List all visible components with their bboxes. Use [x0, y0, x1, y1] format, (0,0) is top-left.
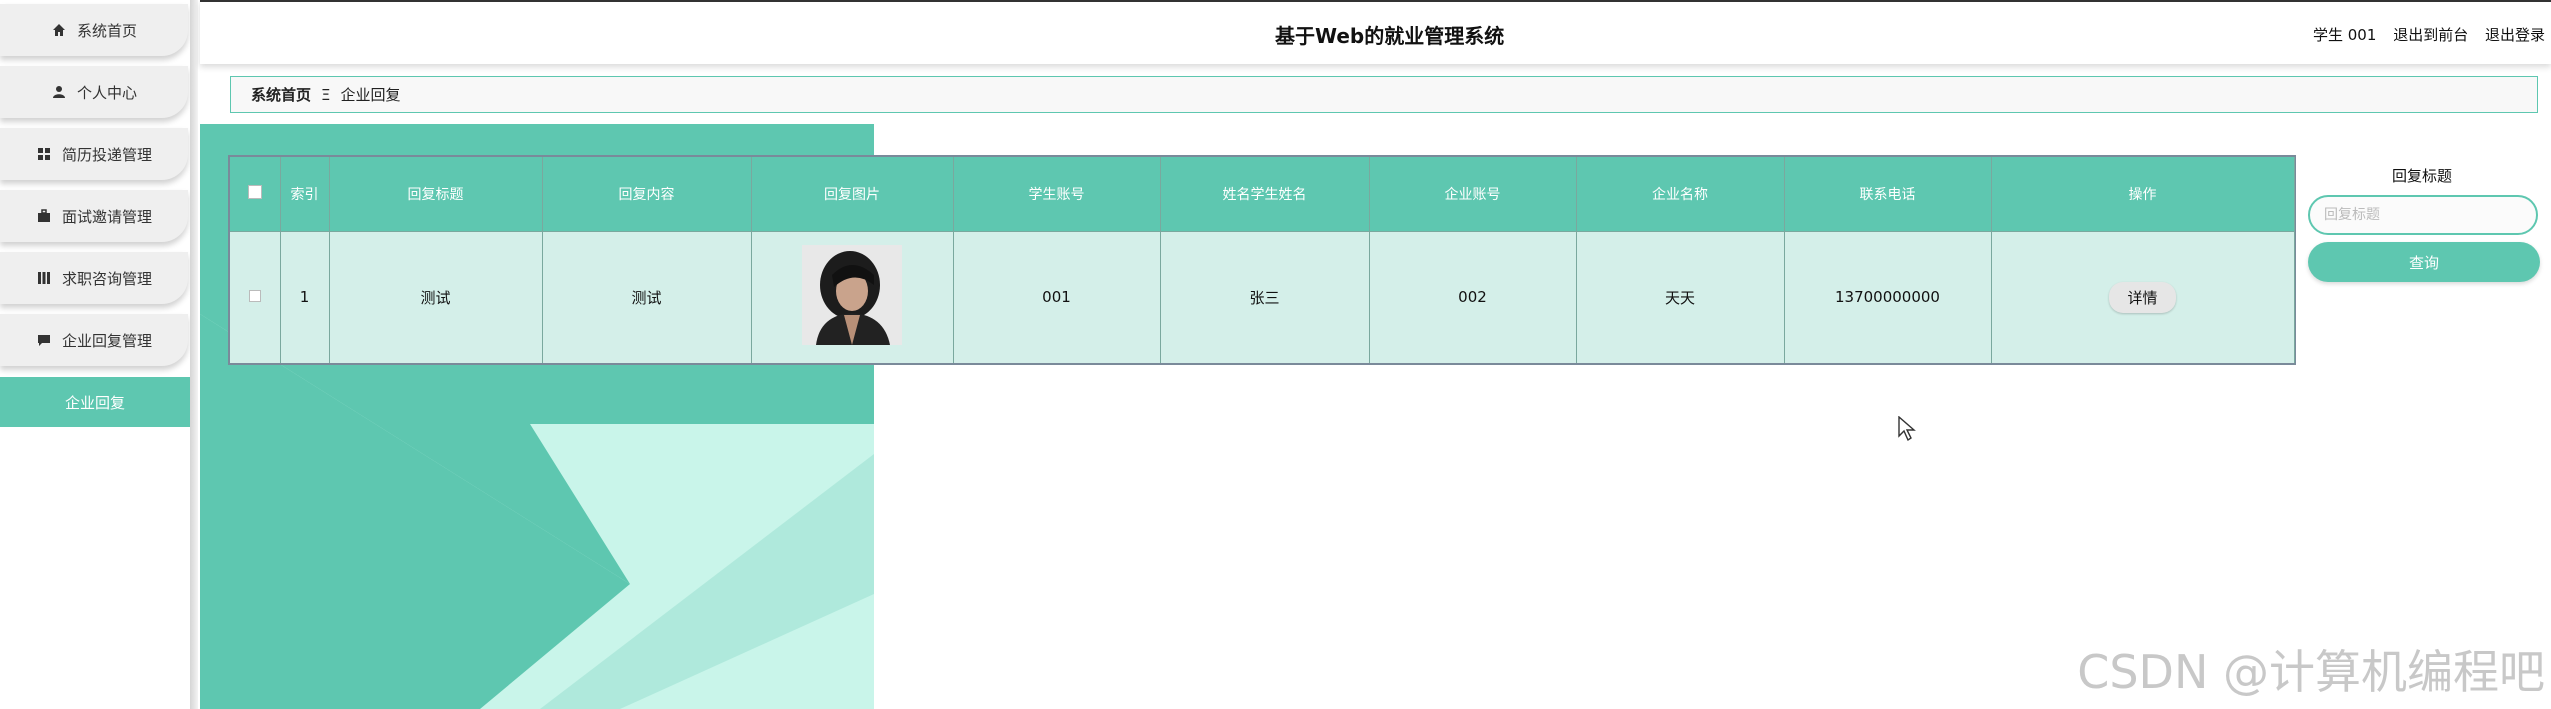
page-title: 基于Web的就业管理系统: [1275, 24, 1505, 48]
column-header: 回复标题: [329, 157, 543, 231]
sidebar-item-consult[interactable]: 求职咨询管理: [0, 252, 188, 304]
sidebar-item-label: 企业回复管理: [61, 331, 152, 350]
table-header-row: 索引 回复标题 回复内容 回复图片 学生账号 姓名学生姓名 企业账号 企业名称 …: [230, 157, 2295, 231]
breadcrumb-current: 企业回复: [340, 86, 401, 104]
cell-company-name: 天天: [1576, 230, 1785, 363]
select-all-checkbox[interactable]: [247, 184, 262, 199]
chat-icon: [36, 332, 52, 348]
column-header: 企业名称: [1576, 157, 1785, 231]
breadcrumb-home[interactable]: 系统首页: [251, 84, 311, 105]
user-name: 学生 001: [2313, 26, 2377, 44]
sidebar-subitem-company-reply[interactable]: 企业回复: [0, 377, 190, 427]
sidebar-item-interview[interactable]: 面试邀请管理: [0, 190, 188, 242]
sidebar-divider: [190, 0, 198, 709]
user-area: 学生 001 退出到前台 退出登录: [2301, 24, 2545, 45]
back-to-front-link[interactable]: 退出到前台: [2393, 26, 2468, 44]
search-label: 回复标题: [2392, 167, 2453, 185]
columns-icon: [36, 270, 52, 286]
cell-student-name: 张三: [1160, 230, 1370, 363]
row-select-cell: [230, 230, 281, 363]
search-button[interactable]: 查询: [2308, 242, 2540, 282]
cell-phone: 13700000000: [1784, 230, 1992, 363]
person-icon: [51, 84, 67, 100]
sidebar-item-profile[interactable]: 个人中心: [0, 66, 188, 118]
cell-title: 测试: [329, 230, 543, 363]
header: 基于Web的就业管理系统 学生 001 退出到前台 退出登录: [200, 0, 2551, 64]
sidebar-item-label: 系统首页: [76, 21, 137, 40]
column-header: 回复内容: [542, 157, 752, 231]
reply-photo: [802, 245, 902, 346]
data-table: 索引 回复标题 回复内容 回复图片 学生账号 姓名学生姓名 企业账号 企业名称 …: [228, 155, 2296, 365]
sidebar-item-label: 简历投递管理: [61, 145, 152, 164]
sidebar-item-home[interactable]: 系统首页: [0, 4, 188, 56]
home-icon: [51, 22, 67, 38]
column-header: 操作: [1991, 157, 2295, 231]
search-input[interactable]: [2308, 195, 2538, 235]
sidebar-item-label: 面试邀请管理: [61, 207, 152, 226]
cell-content: 测试: [542, 230, 752, 363]
cell-image: [751, 230, 954, 363]
grid-icon: [36, 146, 52, 162]
briefcase-icon: [36, 208, 52, 224]
column-header: 企业账号: [1369, 157, 1577, 231]
column-header: 姓名学生姓名: [1160, 157, 1370, 231]
cell-company-account: 002: [1369, 230, 1577, 363]
sidebar-item-resume[interactable]: 简历投递管理: [0, 128, 188, 180]
breadcrumb-separator: Ξ: [321, 85, 331, 104]
breadcrumb: 系统首页 Ξ 企业回复: [230, 76, 2538, 113]
cell-actions: 详情: [1991, 230, 2295, 363]
column-header: 联系电话: [1784, 157, 1992, 231]
column-header: 索引: [280, 157, 330, 231]
sidebar-item-label: 个人中心: [76, 83, 137, 102]
sidebar-item-reply[interactable]: 企业回复管理: [0, 314, 188, 366]
logout-link[interactable]: 退出登录: [2485, 26, 2545, 44]
sidebar: 系统首页 个人中心 简历投递管理 面试邀请管理 求职咨询管理 企业回复管理 企业…: [0, 0, 190, 709]
column-header: 学生账号: [953, 157, 1161, 231]
sidebar-item-label: 求职咨询管理: [61, 269, 152, 288]
column-header: 回复图片: [751, 157, 954, 231]
cell-student-account: 001: [953, 230, 1161, 363]
mouse-cursor-icon: [1898, 415, 1916, 446]
table-row: 1 测试 测试 001 张三 002 天天 13700000000 详情: [230, 230, 2295, 363]
cell-index: 1: [280, 230, 330, 363]
detail-button[interactable]: 详情: [2109, 281, 2176, 313]
select-all-cell: [230, 157, 281, 231]
watermark: CSDN @计算机编程吧: [2077, 645, 2545, 699]
row-checkbox[interactable]: [248, 290, 261, 303]
